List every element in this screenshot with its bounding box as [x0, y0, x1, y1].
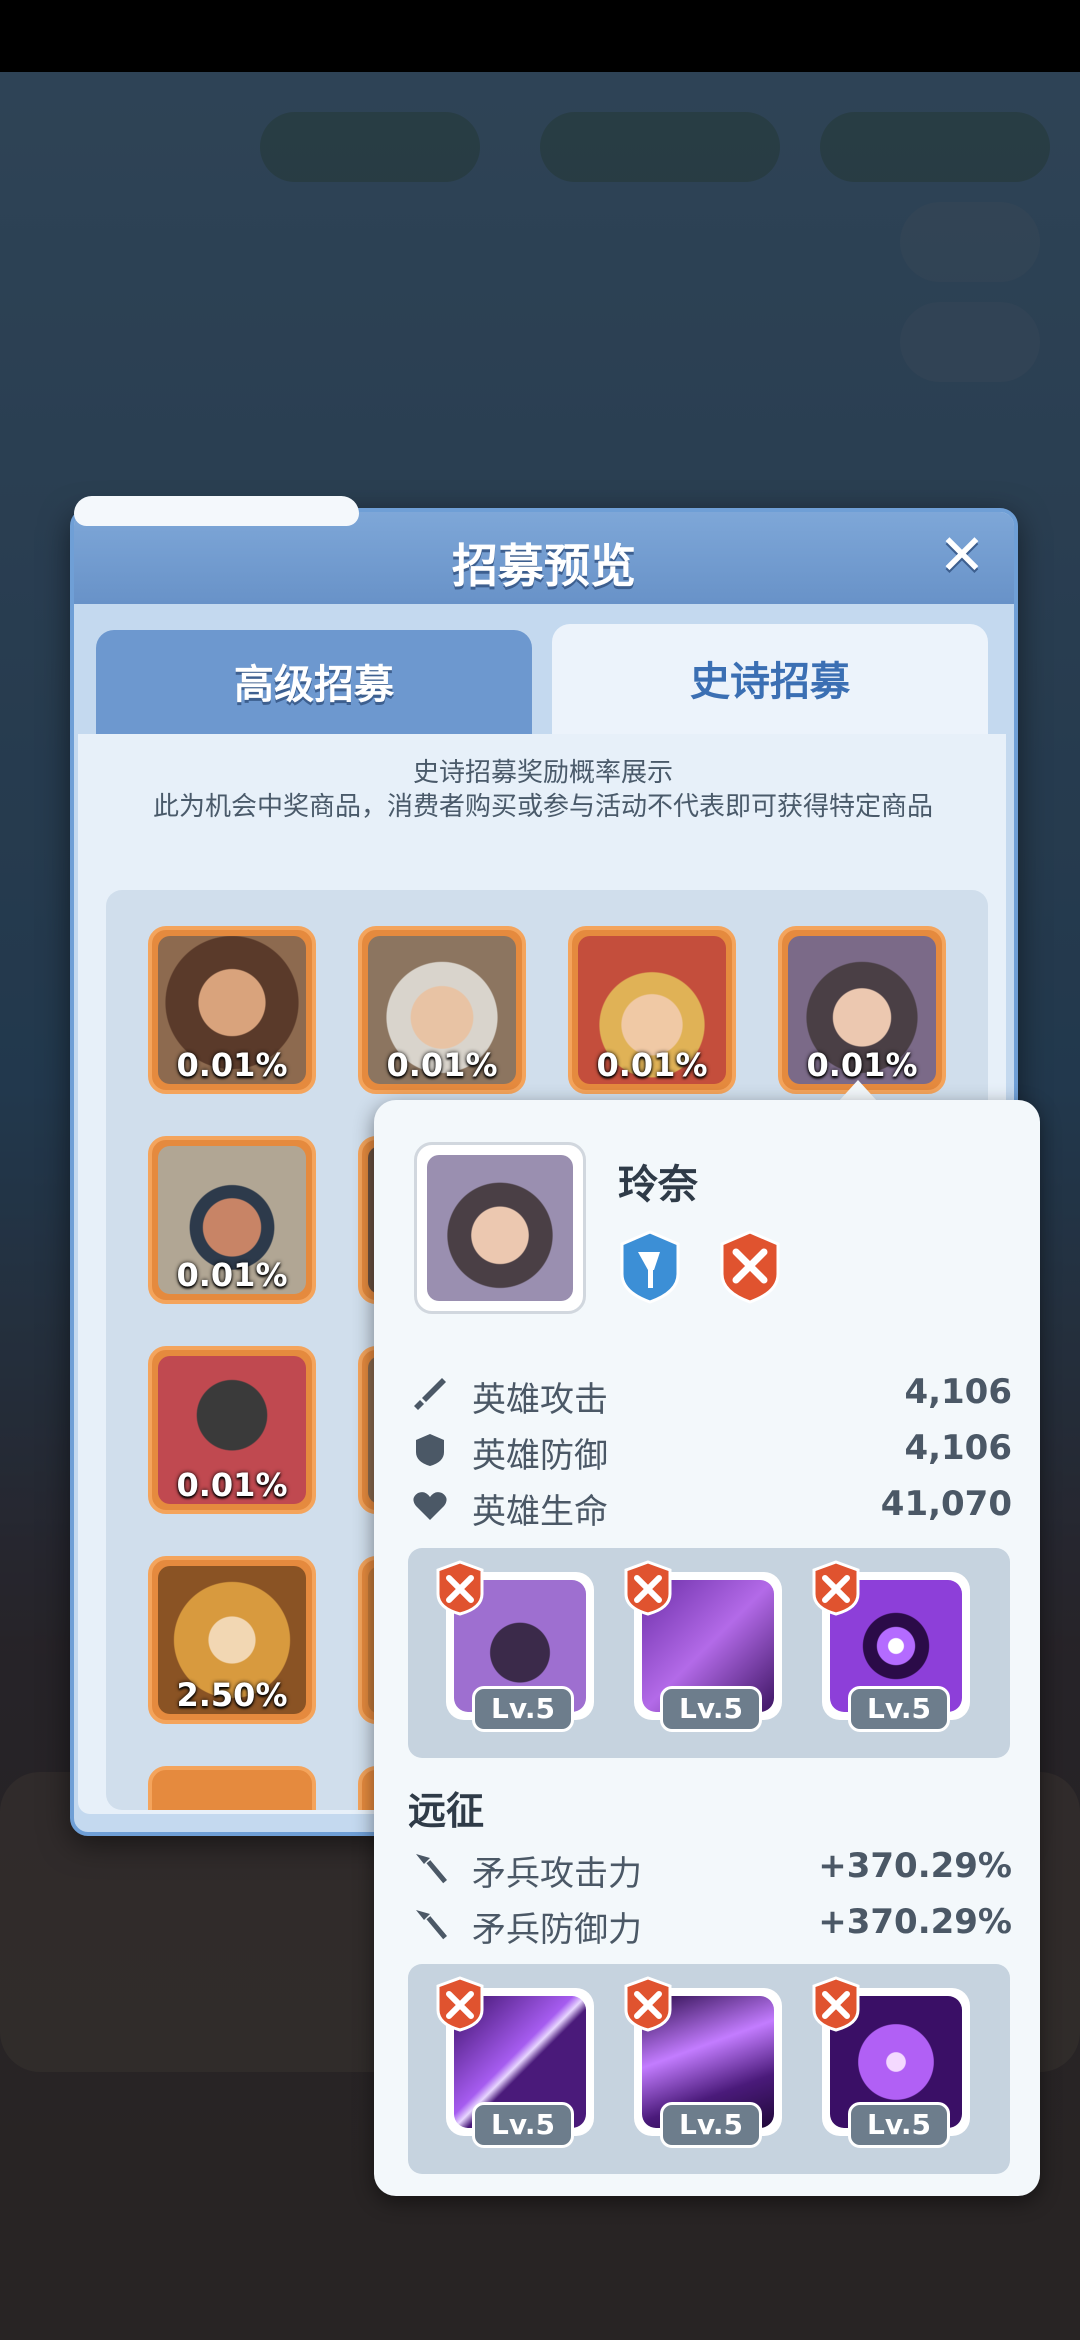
- stat-value: 41,070: [880, 1484, 1012, 1524]
- reward-probability: 2.50%: [176, 1676, 288, 1714]
- dialog-title: 招募预览: [452, 539, 636, 593]
- reward-probability: 0.01%: [176, 1466, 288, 1504]
- snow-decoration: [74, 496, 359, 526]
- stat-value: 4,106: [904, 1428, 1012, 1468]
- stat-value: 4,106: [904, 1372, 1012, 1412]
- reward-probability: 0.01%: [596, 1046, 708, 1084]
- status-bar: [0, 0, 1080, 72]
- stat-label: 矛兵防御力: [472, 1910, 642, 1950]
- reward-card[interactable]: 0.01%: [568, 926, 736, 1094]
- reward-card[interactable]: 0.01%: [148, 926, 316, 1094]
- hero-skill-2[interactable]: Lv.5: [624, 1560, 782, 1732]
- stat-row-health: 英雄生命 41,070: [412, 1480, 1012, 1532]
- stat-row-spear-attack: 矛兵攻击力 +370.29%: [412, 1842, 1012, 1894]
- attack-tag-icon: [812, 1976, 860, 2032]
- spear-icon: [416, 1910, 448, 1940]
- stat-row-defense: 英雄防御 4,106: [412, 1424, 1012, 1476]
- skill-level: Lv.5: [660, 2102, 762, 2148]
- hero-name: 玲奈: [618, 1162, 698, 1208]
- attack-type-icon: [720, 1230, 780, 1304]
- skill-level: Lv.5: [848, 1686, 950, 1732]
- attack-tag-icon: [624, 1560, 672, 1616]
- expedition-skill-1[interactable]: Lv.5: [436, 1976, 594, 2148]
- tooltip-arrow: [838, 1080, 878, 1102]
- stat-label: 英雄防御: [472, 1436, 608, 1476]
- reward-probability: 0.01%: [806, 1046, 918, 1084]
- spear-class-icon: [620, 1230, 680, 1304]
- expedition-skill-2[interactable]: Lv.5: [624, 1976, 782, 2148]
- hero-skill-3[interactable]: Lv.5: [812, 1560, 970, 1732]
- reward-card[interactable]: 0.01%: [778, 926, 946, 1094]
- hero-skill-list: Lv.5 Lv.5 Lv.5: [408, 1548, 1010, 1758]
- skill-level: Lv.5: [848, 2102, 950, 2148]
- stat-row-spear-defense: 矛兵防御力 +370.29%: [412, 1898, 1012, 1950]
- reward-card[interactable]: 0.01%: [148, 1136, 316, 1304]
- sword-icon: [414, 1378, 446, 1410]
- info-text: 此为机会中奖商品，消费者购买或参与活动不代表即可获得特定商品: [152, 792, 933, 822]
- shield-icon: [416, 1434, 444, 1466]
- hero-detail-tooltip: 玲奈 英雄攻击 4,106 英雄防御 4,106 英雄生命 41,070 Lv.…: [374, 1100, 1040, 2196]
- tab-epic-recruit[interactable]: 史诗招募: [552, 624, 988, 740]
- expedition-skill-3[interactable]: Lv.5: [812, 1976, 970, 2148]
- spear-icon: [416, 1854, 448, 1884]
- hero-skill-1[interactable]: Lv.5: [436, 1560, 594, 1732]
- skill-level: Lv.5: [472, 1686, 574, 1732]
- stat-value: +370.29%: [818, 1846, 1012, 1886]
- expedition-title: 远征: [408, 1789, 485, 1833]
- reward-card[interactable]: 0.01%: [148, 1346, 316, 1514]
- heart-icon: [413, 1492, 447, 1520]
- attack-tag-icon: [436, 1976, 484, 2032]
- stat-value: +370.29%: [818, 1902, 1012, 1942]
- hero-portrait: [427, 1155, 573, 1301]
- skill-level: Lv.5: [472, 2102, 574, 2148]
- attack-tag-icon: [624, 1976, 672, 2032]
- tab-advanced-recruit[interactable]: 高级招募: [96, 630, 532, 740]
- expedition-skill-list: Lv.5 Lv.5 Lv.5: [408, 1964, 1010, 2174]
- attack-tag-icon: [812, 1560, 860, 1616]
- stat-row-attack: 英雄攻击 4,106: [412, 1368, 1012, 1420]
- stat-label: 英雄生命: [472, 1492, 608, 1532]
- stat-label: 英雄攻击: [472, 1380, 608, 1420]
- reward-card[interactable]: 0.01%: [358, 926, 526, 1094]
- info-title: 史诗招募奖励概率展示: [412, 758, 673, 788]
- reward-card[interactable]: 2.50%: [148, 1556, 316, 1724]
- reward-card[interactable]: [148, 1766, 316, 1810]
- close-button[interactable]: ✕: [932, 528, 992, 588]
- reward-probability: 0.01%: [176, 1046, 288, 1084]
- stat-label: 矛兵攻击力: [472, 1854, 642, 1894]
- attack-tag-icon: [436, 1560, 484, 1616]
- reward-probability: 0.01%: [176, 1256, 288, 1294]
- hero-avatar-frame: [414, 1142, 586, 1314]
- skill-level: Lv.5: [660, 1686, 762, 1732]
- reward-probability: 0.01%: [386, 1046, 498, 1084]
